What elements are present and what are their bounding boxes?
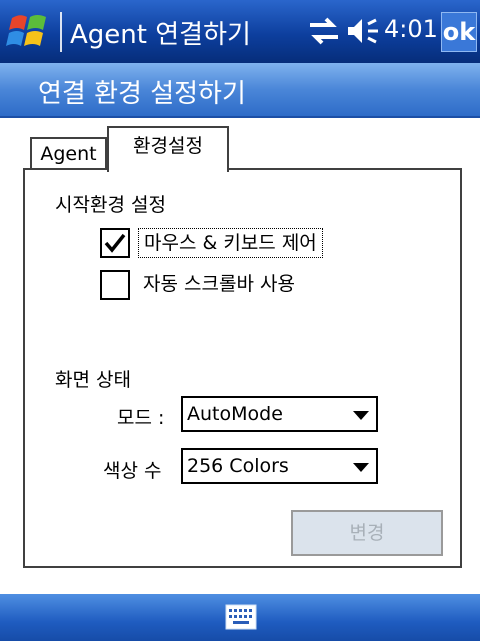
mode-value: AutoMode bbox=[187, 403, 283, 425]
dropdown-arrow-icon bbox=[353, 411, 369, 420]
colors-label: 색상 수 bbox=[103, 460, 162, 482]
checkmark-icon bbox=[104, 233, 126, 253]
bottom-menu-bar bbox=[0, 594, 480, 641]
change-button[interactable]: 변경 bbox=[291, 510, 443, 556]
window-title: Agent 연결하기 bbox=[70, 20, 251, 50]
tab-agent[interactable]: Agent bbox=[30, 137, 107, 169]
screen-state-heading: 화면 상태 bbox=[55, 369, 131, 391]
auto-scrollbar-label[interactable]: 자동 스크롤바 사용 bbox=[143, 270, 295, 298]
volume-icon[interactable] bbox=[346, 16, 380, 46]
page-title: 연결 환경 설정하기 bbox=[38, 79, 246, 109]
mode-select[interactable]: AutoMode bbox=[181, 396, 378, 432]
connectivity-icon[interactable] bbox=[308, 16, 340, 46]
mode-label: 모드 : bbox=[117, 407, 165, 429]
dropdown-arrow-icon bbox=[353, 463, 369, 472]
auto-scrollbar-checkbox[interactable] bbox=[100, 270, 130, 300]
title-separator bbox=[60, 12, 62, 52]
windows-start-icon[interactable] bbox=[6, 10, 54, 54]
colors-value: 256 Colors bbox=[187, 455, 289, 477]
tab-settings[interactable]: 환경설정 bbox=[107, 126, 229, 172]
mouse-keyboard-checkbox[interactable] bbox=[100, 228, 130, 258]
ok-button[interactable]: ok bbox=[441, 12, 477, 52]
start-settings-heading: 시작환경 설정 bbox=[55, 194, 166, 216]
keyboard-icon[interactable] bbox=[225, 604, 257, 630]
clock[interactable]: 4:01 bbox=[384, 15, 438, 43]
mouse-keyboard-label[interactable]: 마우스 & 키보드 제어 bbox=[138, 228, 323, 258]
colors-select[interactable]: 256 Colors bbox=[181, 448, 378, 484]
title-bar: Agent 연결하기 4:01 ok bbox=[0, 0, 480, 63]
page-header: 연결 환경 설정하기 bbox=[0, 63, 480, 118]
